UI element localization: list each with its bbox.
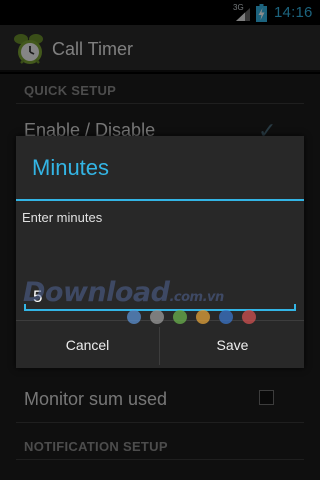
watermark-text: Download — [23, 277, 170, 308]
watermark-dot — [127, 310, 141, 324]
watermark-dot — [150, 310, 164, 324]
dialog-title: Minutes — [32, 155, 110, 180]
watermark-logo-text: Download.com.vn — [23, 277, 224, 308]
watermark-dots — [127, 310, 256, 324]
watermark-suffix: .com.vn — [169, 290, 224, 305]
dialog-message: Enter minutes — [22, 210, 103, 225]
watermark-dot — [242, 310, 256, 324]
watermark-dot — [173, 310, 187, 324]
watermark-dot — [219, 310, 233, 324]
download-watermark: Download.com.vn — [23, 277, 263, 337]
dialog-title-divider — [16, 199, 304, 201]
watermark-dot — [196, 310, 210, 324]
